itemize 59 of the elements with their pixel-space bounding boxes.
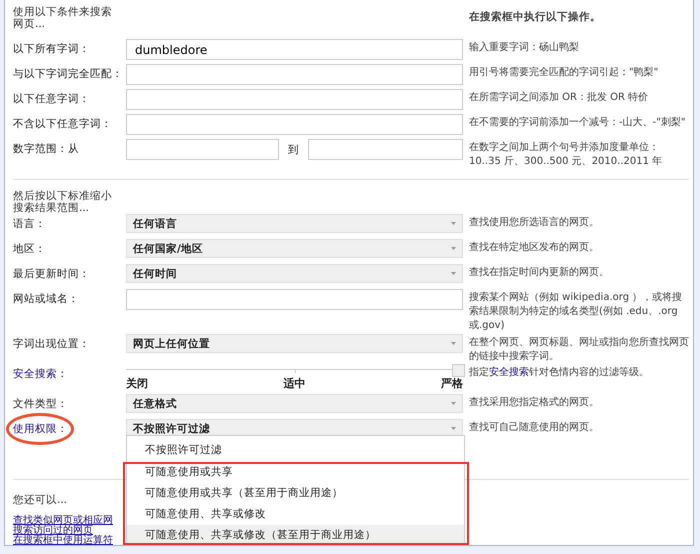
field-label-link[interactable]: 使用权限： <box>13 419 68 437</box>
hint-text: 在所需字词之间添加 OR：批发 OR 特价 <box>469 90 650 105</box>
more-link[interactable]: 查找类似网页或相应网 <box>13 516 113 526</box>
hint-text: 查找使用您所选语言的网页。 <box>469 216 600 230</box>
hint-text: 查找在特定地区发布的网页。 <box>469 240 600 255</box>
field-label: 网站或域名： <box>13 292 79 307</box>
slider-label: 严格 <box>441 376 463 391</box>
text-field[interactable] <box>126 64 463 85</box>
caret-icon <box>451 247 456 250</box>
dropdown[interactable]: 任何语言 <box>126 214 463 233</box>
hint-text: 用引号将需要完全匹配的字词引起："鸭梨" <box>469 66 660 80</box>
text-field[interactable] <box>126 139 279 160</box>
dropdown[interactable]: 任何时间 <box>126 264 463 283</box>
hint-text: 搜索某个网站（例如 wikipedia.org ），或将搜索结果限制为特定的域名类型(例如 .edu、.org或.gov) <box>469 290 684 333</box>
field-label: 以下任意字词： <box>13 92 90 107</box>
hint-text: 查找采用您指定格式的网页。 <box>469 396 600 410</box>
section-heading: 您还可以... <box>13 494 68 506</box>
caret-icon <box>451 272 456 275</box>
slider-thumb[interactable] <box>452 364 465 377</box>
field-label: 以下所有字词： <box>13 42 90 57</box>
dropdown[interactable]: 任何国家/地区 <box>126 239 463 258</box>
annotation-ellipse <box>6 413 74 445</box>
slider-label: 适中 <box>284 376 306 391</box>
hints-heading: 在搜索框中执行以下操作。 <box>469 10 602 24</box>
field-label: 文件类型： <box>13 397 68 412</box>
more-link[interactable]: 在搜索框中使用运算符 <box>13 536 113 545</box>
field-label: 语言： <box>13 217 46 232</box>
field-label: 字词出现位置： <box>13 337 90 352</box>
range-separator: 到 <box>287 142 300 156</box>
caret-icon <box>451 402 456 405</box>
text-field[interactable]: dumbledore <box>126 39 463 60</box>
slider-label: 关闭 <box>126 376 148 391</box>
dropdown[interactable]: 网页上任何位置 <box>126 334 463 353</box>
hint-text: 查找在指定时间内更新的网页。 <box>469 266 610 280</box>
field-label: 最后更新时间： <box>13 267 90 282</box>
hint-text: 在整个网页、网页标题、网址或指向您所查找网页的链接中搜索字词。 <box>469 336 689 364</box>
field-label: 与以下字词完全匹配： <box>13 67 123 82</box>
dropdown-option[interactable]: 可随意使用、共享或修改（甚至用于商业用途） <box>127 525 464 545</box>
field-label: 地区： <box>13 242 46 257</box>
field-label: 数字范围：从 <box>13 142 79 157</box>
hint-text: 查找可自己随意使用的网页。 <box>469 420 600 435</box>
section-heading: 使用以下条件来搜索网页... <box>13 6 113 30</box>
text-field[interactable] <box>126 89 463 110</box>
section-heading: 然后按以下标准缩小搜索结果范围... <box>13 190 113 214</box>
hint-text: 在不需要的字词前添加一个减号：-山大、-"刺梨" <box>469 116 686 130</box>
dropdown[interactable]: 任意格式 <box>126 394 463 413</box>
hint-link[interactable]: 安全搜索 <box>489 367 529 378</box>
caret-icon <box>451 427 456 430</box>
hint-text: 在数字之间加上两个句号并添加度量单位：10..35 斤、300..500 元、2010..2011 年 <box>469 140 664 169</box>
caret-icon <box>451 342 456 345</box>
more-link[interactable]: 搜索访问过的网页 <box>13 526 93 536</box>
field-label: 不含以下任意字词： <box>13 117 112 132</box>
field-label-link[interactable]: 安全搜索： <box>13 364 68 382</box>
caret-icon <box>451 222 456 225</box>
hint-text: 指定安全搜索针对色情内容的过滤等级。 <box>469 366 650 380</box>
text-field[interactable] <box>126 114 463 135</box>
hint-text: 输入重要字词：砀山鸭梨 <box>469 40 580 55</box>
text-field[interactable] <box>126 289 463 310</box>
text-field[interactable] <box>308 139 463 160</box>
